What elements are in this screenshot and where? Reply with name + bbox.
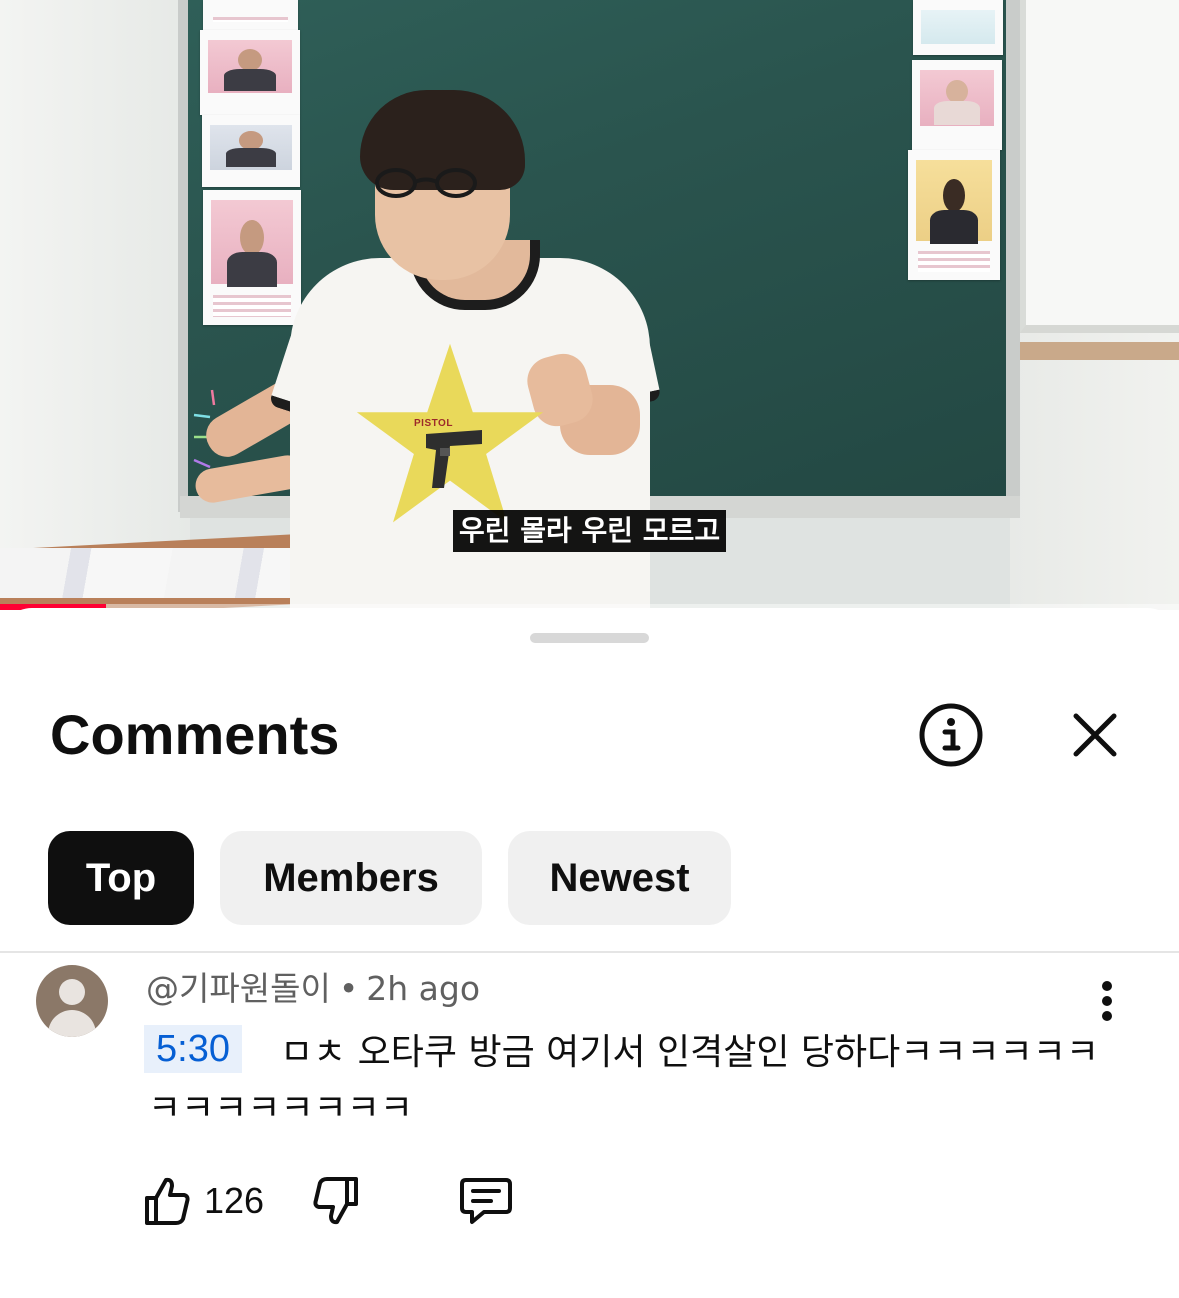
filter-chip-members[interactable]: Members: [220, 831, 482, 925]
profile-photo: [908, 150, 1000, 280]
profile-photo: [912, 60, 1002, 150]
profile-photo: [913, 0, 1003, 55]
comment-meta: @기파원돌이 • 2h ago: [146, 968, 480, 1010]
comment-timestamp-link[interactable]: 5:30: [144, 1025, 242, 1073]
window: [1020, 0, 1179, 333]
video-subtitle: 우린 몰라 우린 모르고: [453, 510, 727, 552]
wall: [0, 0, 190, 610]
profile-photo: [200, 30, 300, 115]
more-options-icon[interactable]: [1086, 980, 1128, 1022]
thumbs-up-icon: [145, 1177, 190, 1225]
sheet-drag-handle[interactable]: [530, 633, 649, 643]
comment-time: 2h ago: [366, 969, 481, 1008]
filter-chip-newest[interactable]: Newest: [508, 831, 731, 925]
reply-comment-icon: [460, 1178, 512, 1224]
sheet-title: Comments: [50, 703, 340, 766]
glasses: [375, 168, 477, 198]
divider: [0, 951, 1179, 953]
info-circle-icon: [919, 703, 983, 767]
comment-author[interactable]: @기파원돌이: [146, 969, 331, 1008]
profile-photo: [202, 115, 300, 187]
comment-text: ㅁㅊ 오타쿠 방금 여기서 인격살인 당하다ㅋㅋㅋㅋㅋㅋㅋㅋㅋㅋㅋㅋㅋㅋ: [148, 1032, 1099, 1129]
info-button[interactable]: [916, 700, 986, 770]
window-sill: [1015, 342, 1179, 360]
video-player[interactable]: PISTOL 우린 몰라 우린 모르고: [0, 0, 1179, 610]
like-button[interactable]: 126: [144, 1173, 264, 1229]
close-icon: [1073, 713, 1117, 757]
profile-photo: [203, 0, 298, 30]
meta-separator: •: [338, 969, 359, 1008]
pistol-print: [426, 430, 482, 488]
filter-chip-top[interactable]: Top: [48, 831, 194, 925]
dislike-button[interactable]: [313, 1173, 359, 1229]
profile-photo: [203, 190, 301, 325]
like-count: 126: [204, 1180, 265, 1221]
avatar[interactable]: [36, 965, 108, 1037]
close-button[interactable]: [1060, 700, 1130, 770]
reply-button[interactable]: [460, 1173, 512, 1229]
thumbs-down-icon: [313, 1177, 358, 1225]
